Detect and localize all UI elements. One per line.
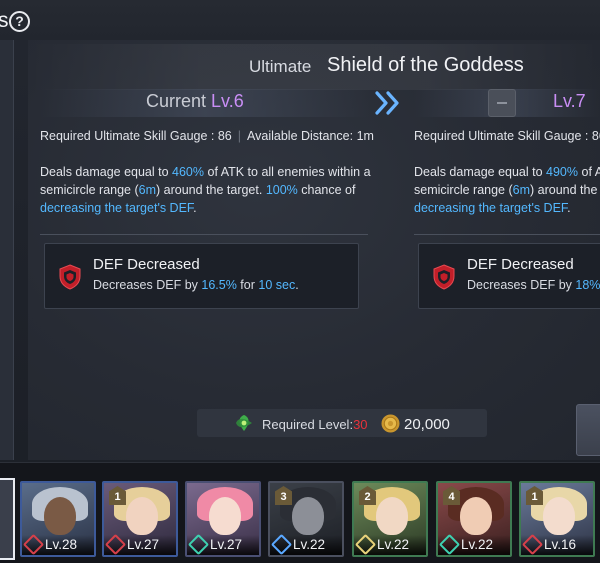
roster-card[interactable]: 3 Lv.22 [268,481,344,557]
shield-icon [433,264,455,290]
current-gauge-label: Required Ultimate Skill Gauge : 86 [40,129,232,143]
top-bar: s ? [0,0,600,40]
current-divider [40,234,368,235]
next-gauge-label: Required Ultimate Skill Gauge : 86 [414,129,600,143]
roster-card-level: Lv.27 [210,537,243,552]
roster-card[interactable]: 1 Lv.16 [519,481,595,557]
roster-card-level: Lv.28 [45,537,78,552]
left-panel-edge [0,40,14,460]
roster-card[interactable]: Lv.28 [20,481,96,557]
next-description: Deals damage equal to 490% of AT semicir… [414,165,600,215]
current-level-heading: Current Lv.6 [146,91,244,112]
current-debuff-description: Decreases DEF by 16.5% for 10 sec. [93,278,299,292]
current-distance-label: Available Distance: 1m [247,129,374,143]
roster-card-level: Lv.22 [461,537,494,552]
roster-card-selected[interactable] [0,478,15,560]
help-icon[interactable]: ? [9,11,30,32]
current-label: Current [146,91,207,111]
current-level-value: Lv.6 [211,91,244,111]
ultimate-label: Ultimate [249,57,312,76]
current-gauge-row: Required Ultimate Skill Gauge : 86 | Avail… [40,129,374,143]
roster-card-level: Lv.22 [377,537,410,552]
upgrade-button[interactable] [576,404,600,456]
roster-card[interactable]: 1 Lv.27 [102,481,178,557]
roster-card-level: Lv.16 [544,537,577,552]
next-level-value: Lv.7 [553,91,586,111]
roster-card-level: Lv.27 [127,537,160,552]
shield-icon [59,264,81,290]
gold-coin-icon [381,414,400,433]
next-debuff-description: Decreases DEF by 18% fo [467,278,600,292]
double-chevron-right-icon [375,91,399,115]
current-description: Deals damage equal to 460% of ATK to all… [40,165,371,215]
gold-cost: 20,000 [404,416,450,433]
screen-title-fragment: s [0,9,9,32]
skill-name: Shield of the Goddess [327,54,524,76]
next-debuff-card: DEF Decreased Decreases DEF by 18% fo [418,243,600,309]
skill-upgrade-screen: s ? Ultimate Shield of the Goddess Curre… [0,0,600,563]
roster-card[interactable]: Lv.27 [185,481,261,557]
required-level-label: Required Level:30 [262,417,368,432]
roster-card[interactable]: 2 Lv.22 [352,481,428,557]
current-debuff-card: DEF Decreased Decreases DEF by 16.5% for… [44,243,359,309]
roster-card-level: Lv.22 [293,537,326,552]
decrease-level-button[interactable] [488,89,516,117]
next-divider [414,234,600,235]
roster-card[interactable]: 4 Lv.22 [436,481,512,557]
next-debuff-title: DEF Decreased [467,256,574,273]
required-level-value: 30 [353,417,368,432]
leaf-icon [236,415,252,431]
current-debuff-title: DEF Decreased [93,256,200,273]
next-gauge-row: Required Ultimate Skill Gauge : 86 [414,129,600,143]
